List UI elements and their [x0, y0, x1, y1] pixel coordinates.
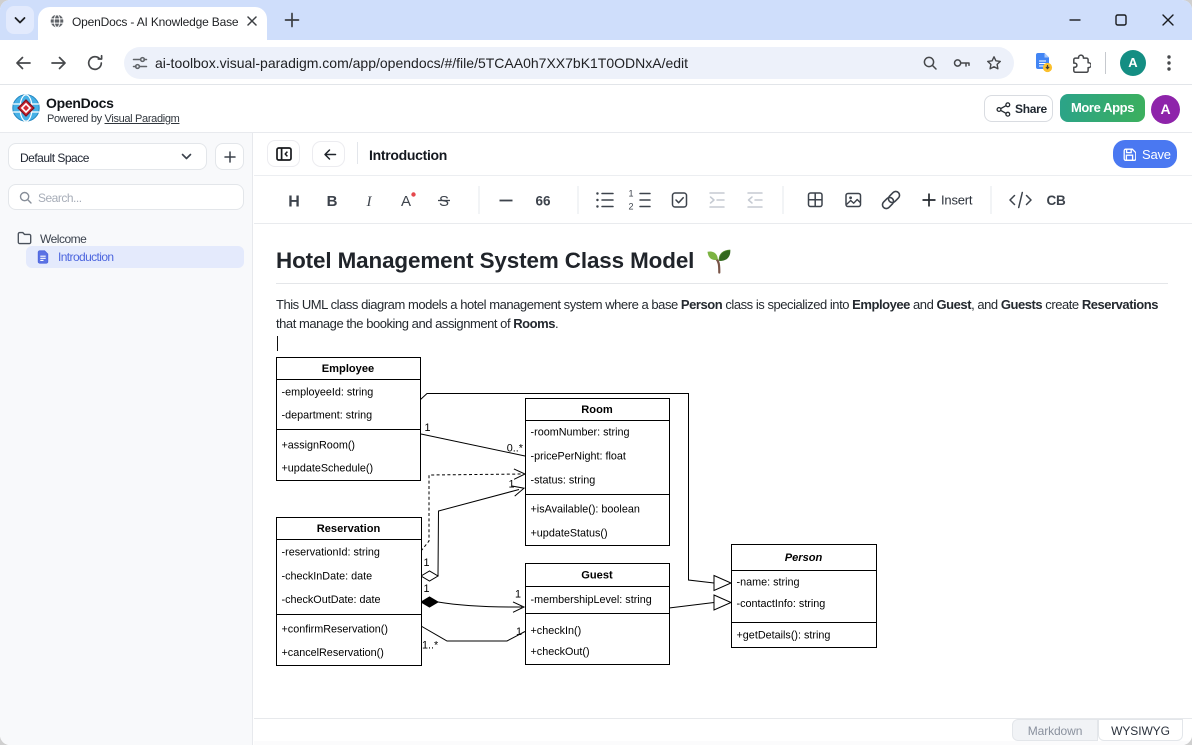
svg-text:+assignRoom(): +assignRoom()	[282, 440, 356, 452]
svg-text:-checkInDate: date: -checkInDate: date	[282, 571, 373, 583]
svg-text:Person: Person	[785, 552, 823, 564]
svg-text:-department: string: -department: string	[282, 410, 373, 422]
svg-text:1: 1	[425, 422, 431, 434]
svg-text:-employeeId: string: -employeeId: string	[282, 387, 374, 399]
svg-text:0..*: 0..*	[507, 443, 524, 455]
svg-text:+updateSchedule(): +updateSchedule()	[282, 463, 374, 475]
svg-text:-membershipLevel: string: -membershipLevel: string	[531, 594, 652, 606]
svg-text:-reservationId: string: -reservationId: string	[282, 547, 380, 559]
svg-text:1: 1	[516, 626, 522, 638]
svg-text:+checkIn(): +checkIn()	[531, 625, 582, 637]
svg-text:A: A	[401, 193, 411, 210]
svg-text:1..*: 1..*	[422, 640, 439, 652]
svg-text:+updateStatus(): +updateStatus()	[531, 528, 608, 540]
svg-text:-status: string: -status: string	[531, 475, 596, 487]
svg-text:CB: CB	[1046, 193, 1066, 208]
svg-text:+cancelReservation(): +cancelReservation()	[282, 647, 384, 659]
svg-text:S: S	[439, 193, 449, 210]
svg-text:Reservation: Reservation	[317, 523, 381, 535]
svg-text:2: 2	[628, 202, 633, 212]
svg-text:1: 1	[508, 479, 514, 491]
svg-text:1: 1	[424, 557, 430, 569]
svg-text:H: H	[288, 194, 300, 211]
svg-text:+getDetails(): string: +getDetails(): string	[737, 630, 831, 642]
svg-text:+checkOut(): +checkOut()	[531, 646, 590, 658]
svg-text:-pricePerNight: float: -pricePerNight: float	[531, 451, 626, 463]
svg-text:I: I	[366, 194, 373, 210]
svg-text:+isAvailable(): boolean: +isAvailable(): boolean	[531, 504, 640, 516]
svg-text:-contactInfo: string: -contactInfo: string	[737, 598, 826, 610]
svg-text:-checkOutDate: date: -checkOutDate: date	[282, 594, 381, 606]
svg-text:B: B	[327, 193, 338, 210]
svg-text:Guest: Guest	[581, 569, 613, 581]
svg-text:1: 1	[628, 189, 633, 199]
svg-text:Employee: Employee	[322, 363, 374, 375]
svg-text:1: 1	[424, 583, 430, 595]
svg-text:Room: Room	[581, 404, 613, 416]
svg-text:Insert: Insert	[941, 193, 973, 208]
svg-text:1: 1	[515, 589, 521, 601]
svg-text:66: 66	[535, 194, 551, 209]
svg-text:-roomNumber: string: -roomNumber: string	[531, 427, 630, 439]
svg-text:-name: string: -name: string	[737, 577, 800, 589]
svg-text:+confirmReservation(): +confirmReservation()	[282, 624, 389, 636]
